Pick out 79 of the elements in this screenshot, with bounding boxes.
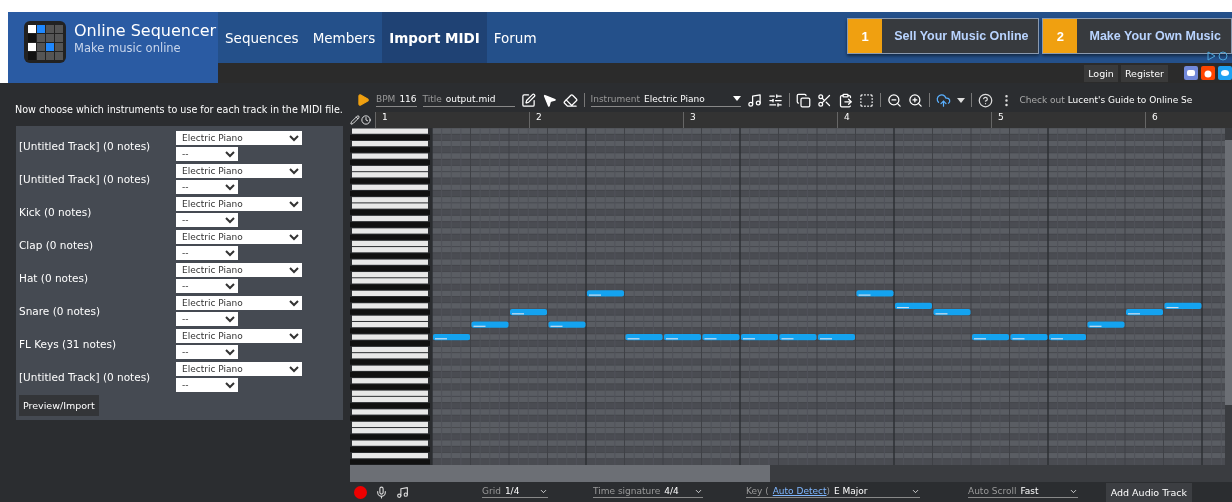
nav-link[interactable]: Members (305, 12, 383, 63)
timeline-ruler[interactable]: 1 2 3 4 5 6 (375, 112, 1232, 128)
instrument-select[interactable]: Electric Piano (176, 295, 302, 310)
instrument-select[interactable]: Electric Piano (176, 196, 302, 211)
instrument-select[interactable]: Electric Piano (176, 262, 302, 277)
instructions-text: Now choose which instruments to use for each track in the MIDI file. (15, 103, 343, 116)
copy-icon[interactable] (795, 92, 811, 108)
play-icon[interactable] (356, 93, 370, 107)
logo-icon (24, 21, 66, 63)
option-select[interactable]: -- (176, 179, 238, 194)
time-signature-field[interactable]: Time signature 4/4 (593, 486, 703, 498)
auto-detect-link[interactable]: Auto Detect (772, 486, 827, 496)
zoom-out-icon[interactable] (886, 92, 902, 108)
track-name: [Untitled Track] (0 notes) (19, 370, 152, 383)
nav-link[interactable]: Forum (486, 12, 544, 63)
title-field[interactable]: Title output.mid (422, 93, 515, 107)
nav-link[interactable]: Import MIDI (382, 12, 487, 63)
option-select[interactable]: -- (176, 377, 238, 392)
chat-icon[interactable] (1184, 66, 1198, 80)
key-field[interactable]: Key ( Auto Detect) E Major (746, 486, 920, 498)
option-select[interactable]: -- (176, 245, 238, 260)
bpm-field[interactable]: BPM 116 (376, 93, 417, 107)
track-name: Clap (0 notes) (19, 238, 95, 251)
site-title: Online Sequencer (74, 21, 217, 41)
instrument-select[interactable]: Electric Piano (176, 130, 302, 145)
pointer-icon[interactable] (541, 92, 557, 108)
promo-link[interactable]: 1 Sell Your Music Online (847, 18, 1040, 54)
track-name: Hat (0 notes) (19, 271, 90, 284)
eraser-icon[interactable] (562, 92, 578, 108)
music-note-icon[interactable] (746, 92, 762, 108)
nav-link[interactable]: Sequences (218, 12, 306, 63)
instrument-select[interactable]: Electric Piano (176, 229, 302, 244)
track-name: [Untitled Track] (0 notes) (19, 172, 152, 185)
instrument-select[interactable]: Electric Piano (176, 361, 302, 376)
auto-scroll-field[interactable]: Auto Scroll Fast (968, 486, 1078, 498)
scissors-icon[interactable] (816, 92, 832, 108)
option-select[interactable]: -- (176, 146, 238, 161)
track-name: [Untitled Track] (0 notes) (19, 139, 152, 152)
key-label: ) (826, 486, 830, 496)
record-icon[interactable] (354, 485, 367, 499)
horizontal-scrollbar[interactable] (350, 465, 1232, 482)
guide-link[interactable]: Lucent's Guide to Online Se (1067, 95, 1193, 105)
promo-number: 1 (848, 19, 883, 53)
sliders-icon[interactable] (767, 92, 783, 108)
instrument-select[interactable]: Electric Piano (176, 163, 302, 178)
zoom-in-icon[interactable] (907, 92, 923, 108)
help-icon[interactable] (977, 92, 993, 108)
track-name: FL Keys (31 notes) (19, 337, 118, 350)
promo-number: 2 (1043, 19, 1078, 53)
key-label: Key ( (746, 486, 769, 496)
add-audio-track-button[interactable]: Add Audio Track (1105, 482, 1192, 502)
microphone-icon[interactable] (375, 485, 388, 499)
option-select[interactable]: -- (176, 212, 238, 227)
cloud-upload-icon[interactable] (935, 92, 951, 108)
guide-text: Check out Lucent's Guide to Online Se (1019, 95, 1193, 105)
key-value: E Major (834, 486, 868, 496)
preview-import-button[interactable]: Preview/Import (19, 395, 99, 416)
track-name: Kick (0 notes) (19, 205, 93, 218)
option-select[interactable]: -- (176, 344, 238, 359)
instrument-select[interactable]: Electric Piano (176, 328, 302, 343)
caret-icon[interactable] (956, 97, 965, 103)
pencil-icon[interactable] (350, 115, 360, 125)
option-select[interactable]: -- (176, 278, 238, 293)
site-tagline: Make music online (74, 41, 182, 55)
grid-field[interactable]: Grid 1/4 (482, 486, 548, 498)
caret-icon (732, 96, 741, 101)
ad-info-icon[interactable] (1206, 51, 1230, 61)
paste-icon[interactable] (837, 92, 853, 108)
clock-icon[interactable] (361, 115, 371, 125)
vertical-scrollbar[interactable] (1225, 128, 1232, 465)
instrument-field[interactable]: Instrument Electric Piano (590, 93, 741, 107)
account-link[interactable]: Login (1084, 64, 1118, 82)
track-name: Snare (0 notes) (19, 304, 101, 317)
promo-link[interactable]: 2 Make Your Own Music (1042, 18, 1232, 54)
select-box-icon[interactable] (858, 92, 874, 108)
piano-keyboard-drawing[interactable] (350, 128, 432, 465)
account-link[interactable]: Register (1120, 64, 1168, 82)
edit-icon[interactable] (520, 92, 536, 108)
option-select[interactable]: -- (176, 311, 238, 326)
